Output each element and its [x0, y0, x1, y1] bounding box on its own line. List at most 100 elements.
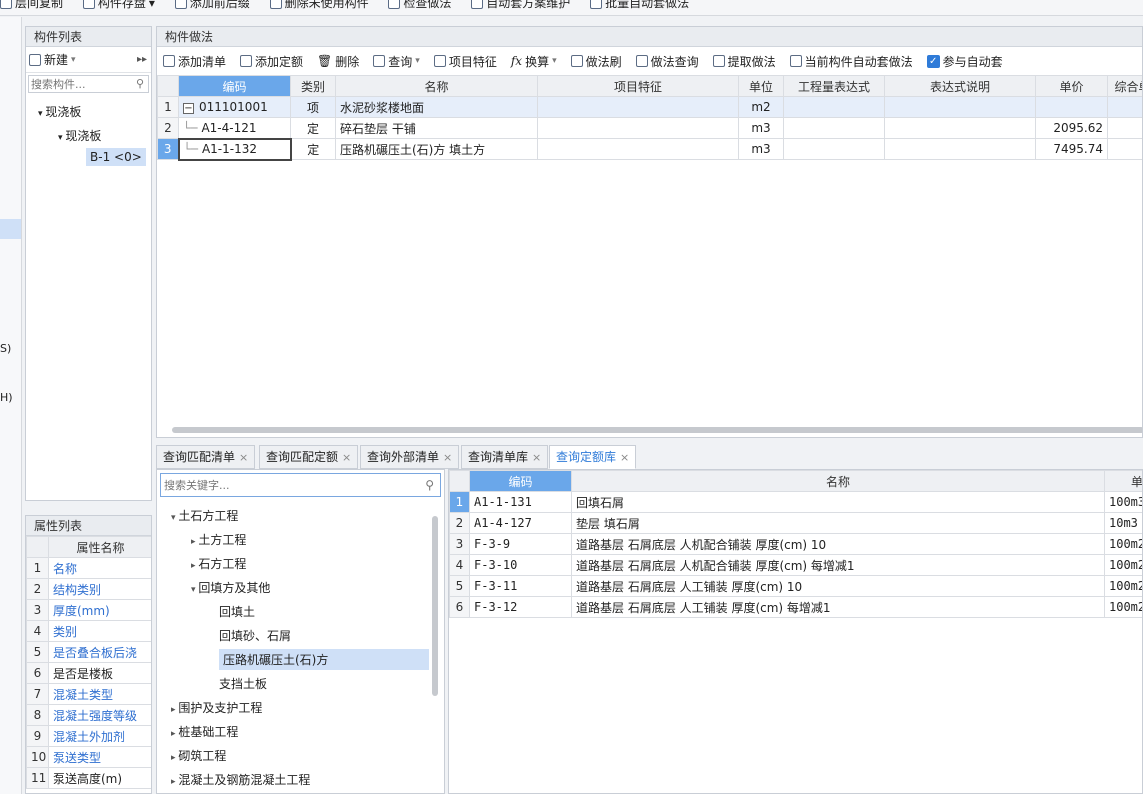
quota-tree-node[interactable]: ▾ 回填方及其他 [191, 579, 270, 596]
quota-tree-node[interactable]: ▸ 石方工程 [191, 555, 246, 572]
method-column-header[interactable]: 类别 [290, 75, 336, 97]
quota-name-cell[interactable]: 道路基层 石屑底层 人机配合铺装 厚度(cm) 每增减1 [571, 554, 1105, 576]
property-row[interactable]: 9 混凝土外加剂 [26, 725, 151, 747]
row-number[interactable]: 2 [157, 117, 179, 139]
check-method-button[interactable]: 检查做法 [388, 0, 451, 11]
search-icon[interactable]: ⚲ [425, 478, 434, 492]
auto-apply-current-button[interactable]: 当前构件自动套做法 [789, 53, 913, 70]
expr-cell[interactable] [783, 138, 885, 160]
property-row[interactable]: 11 泵送高度(m) [26, 767, 151, 789]
quota-tree-node[interactable]: ▸ 砌筑工程 [171, 747, 226, 764]
composite-price-cell[interactable] [1107, 117, 1142, 139]
bottom-tab[interactable]: 查询定额库 × [549, 445, 637, 469]
quota-tree-node[interactable]: 支挡土板 [219, 675, 267, 692]
composite-price-cell[interactable] [1107, 138, 1142, 160]
name-cell[interactable]: 压路机碾压土(石)方 填土方 [335, 138, 538, 160]
property-row[interactable]: 1 名称 [26, 557, 151, 579]
code-cell[interactable]: −011101001 [178, 96, 291, 118]
quota-row[interactable]: 2 A1-4-127 垫层 填石屑 10m3 [449, 512, 1142, 534]
quota-search-box[interactable]: ⚲ [160, 473, 441, 497]
horizontal-scrollbar[interactable] [172, 427, 1142, 433]
unit-cell[interactable]: m3 [738, 138, 784, 160]
floor-copy-button[interactable]: 层间复制 [0, 0, 63, 11]
quota-name-cell[interactable]: 道路基层 石屑底层 人工铺装 厚度(cm) 10 [571, 575, 1105, 597]
desc-cell[interactable] [884, 96, 1036, 118]
feature-cell[interactable] [537, 96, 739, 118]
quota-unit-cell[interactable]: 100m2 [1104, 596, 1142, 618]
quota-search-input[interactable] [161, 474, 401, 496]
row-number[interactable]: 4 [449, 554, 470, 576]
row-number[interactable]: 1 [449, 491, 470, 513]
method-column-header[interactable]: 表达式说明 [884, 75, 1036, 97]
price-cell[interactable]: 2095.62 [1035, 117, 1108, 139]
row-number[interactable]: 3 [449, 533, 470, 555]
desc-cell[interactable] [884, 117, 1036, 139]
quota-tree-node[interactable]: ▸ 围护及支护工程 [171, 699, 262, 716]
method-column-header[interactable]: 单价 [1035, 75, 1108, 97]
quota-column-header[interactable]: 单 [1104, 470, 1142, 492]
quota-name-cell[interactable]: 道路基层 石屑底层 人机配合铺装 厚度(cm) 10 [571, 533, 1105, 555]
close-icon[interactable]: × [620, 451, 629, 464]
quota-unit-cell[interactable]: 100m2 [1104, 575, 1142, 597]
extract-method-button[interactable]: 提取做法 [712, 53, 776, 70]
property-name[interactable]: 混凝土外加剂 [48, 725, 151, 747]
quota-code-cell[interactable]: F-3-12 [469, 596, 572, 618]
close-icon[interactable]: × [443, 451, 452, 464]
property-name[interactable]: 是否是楼板 [48, 662, 151, 684]
method-column-header[interactable]: 工程量表达式 [783, 75, 885, 97]
type-cell[interactable]: 定 [290, 117, 336, 139]
quota-unit-cell[interactable]: 100m2 [1104, 554, 1142, 576]
name-cell[interactable]: 碎石垫层 干铺 [335, 117, 538, 139]
close-icon[interactable]: × [342, 451, 351, 464]
quota-row[interactable]: 4 F-3-10 道路基层 石屑底层 人机配合铺装 厚度(cm) 每增减1 100m2 [449, 554, 1142, 576]
unit-cell[interactable]: m3 [738, 117, 784, 139]
row-number[interactable]: 6 [449, 596, 470, 618]
property-name[interactable]: 是否叠合板后浇 [48, 641, 151, 663]
query-button[interactable]: 查询 ▾ [373, 53, 420, 70]
collapse-icon[interactable]: − [183, 103, 194, 114]
close-icon[interactable]: × [532, 451, 541, 464]
quota-code-cell[interactable]: F-3-9 [469, 533, 572, 555]
composite-price-cell[interactable] [1107, 96, 1142, 118]
quota-tree-node[interactable]: ▾ 土石方工程 [171, 507, 238, 524]
auto-scheme-button[interactable]: 自动套方案维护 [471, 0, 570, 11]
row-number[interactable]: 3 [157, 138, 179, 160]
delete-unused-button[interactable]: 删除未使用构件 [269, 0, 369, 11]
quota-row[interactable]: 3 F-3-9 道路基层 石屑底层 人机配合铺装 厚度(cm) 10 100m2 [449, 533, 1142, 555]
row-number[interactable]: 5 [449, 575, 470, 597]
property-row[interactable]: 7 混凝土类型 [26, 683, 151, 705]
expr-cell[interactable] [783, 96, 885, 118]
quota-tree-node[interactable]: 回填砂、石屑 [219, 627, 291, 644]
quota-name-cell[interactable]: 道路基层 石屑底层 人工铺装 厚度(cm) 每增减1 [571, 596, 1105, 618]
property-name[interactable]: 混凝土强度等级 [48, 704, 151, 726]
property-row[interactable]: 5 是否叠合板后浇 [26, 641, 151, 663]
tree-node-cast-slab-group[interactable]: ▾ 现浇板 [38, 103, 81, 120]
method-column-header[interactable]: 综合单 [1107, 75, 1142, 97]
quota-tree-node[interactable]: 压路机碾压土(石)方 [219, 649, 429, 670]
bottom-tab[interactable]: 查询清单库 × [461, 445, 549, 469]
add-quota-button[interactable]: 添加定额 [240, 53, 303, 70]
property-row[interactable]: 8 混凝土强度等级 [26, 704, 151, 726]
quota-row[interactable]: 1 A1-1-131 回填石屑 100m3 [449, 491, 1142, 513]
expr-cell[interactable] [783, 117, 885, 139]
delete-button[interactable]: 🗑 删除 [317, 53, 359, 70]
quota-column-header[interactable]: 名称 [571, 470, 1105, 492]
unit-cell[interactable]: m2 [738, 96, 784, 118]
search-icon[interactable]: ⚲ [136, 77, 144, 90]
name-cell[interactable]: 水泥砂浆楼地面 [335, 96, 538, 118]
save-component-button[interactable]: 构件存盘 ▾ [82, 0, 155, 11]
property-name[interactable]: 结构类别 [48, 578, 151, 600]
quota-row[interactable]: 5 F-3-11 道路基层 石屑底层 人工铺装 厚度(cm) 10 100m2 [449, 575, 1142, 597]
method-column-header[interactable]: 编码 [178, 75, 291, 97]
property-row[interactable]: 6 是否是楼板 [26, 662, 151, 684]
quota-row[interactable]: 6 F-3-12 道路基层 石屑底层 人工铺装 厚度(cm) 每增减1 100m2 [449, 596, 1142, 618]
component-search-input[interactable] [29, 76, 129, 92]
bottom-tab[interactable]: 查询匹配清单 × [156, 445, 256, 469]
property-name[interactable]: 泵送高度(m) [48, 767, 151, 789]
vertical-scrollbar[interactable] [432, 516, 438, 696]
row-number[interactable]: 1 [157, 96, 179, 118]
property-row[interactable]: 2 结构类别 [26, 578, 151, 600]
property-name[interactable]: 名称 [48, 557, 151, 579]
method-query-button[interactable]: 做法查询 [635, 53, 699, 70]
property-name[interactable]: 泵送类型 [48, 746, 151, 768]
